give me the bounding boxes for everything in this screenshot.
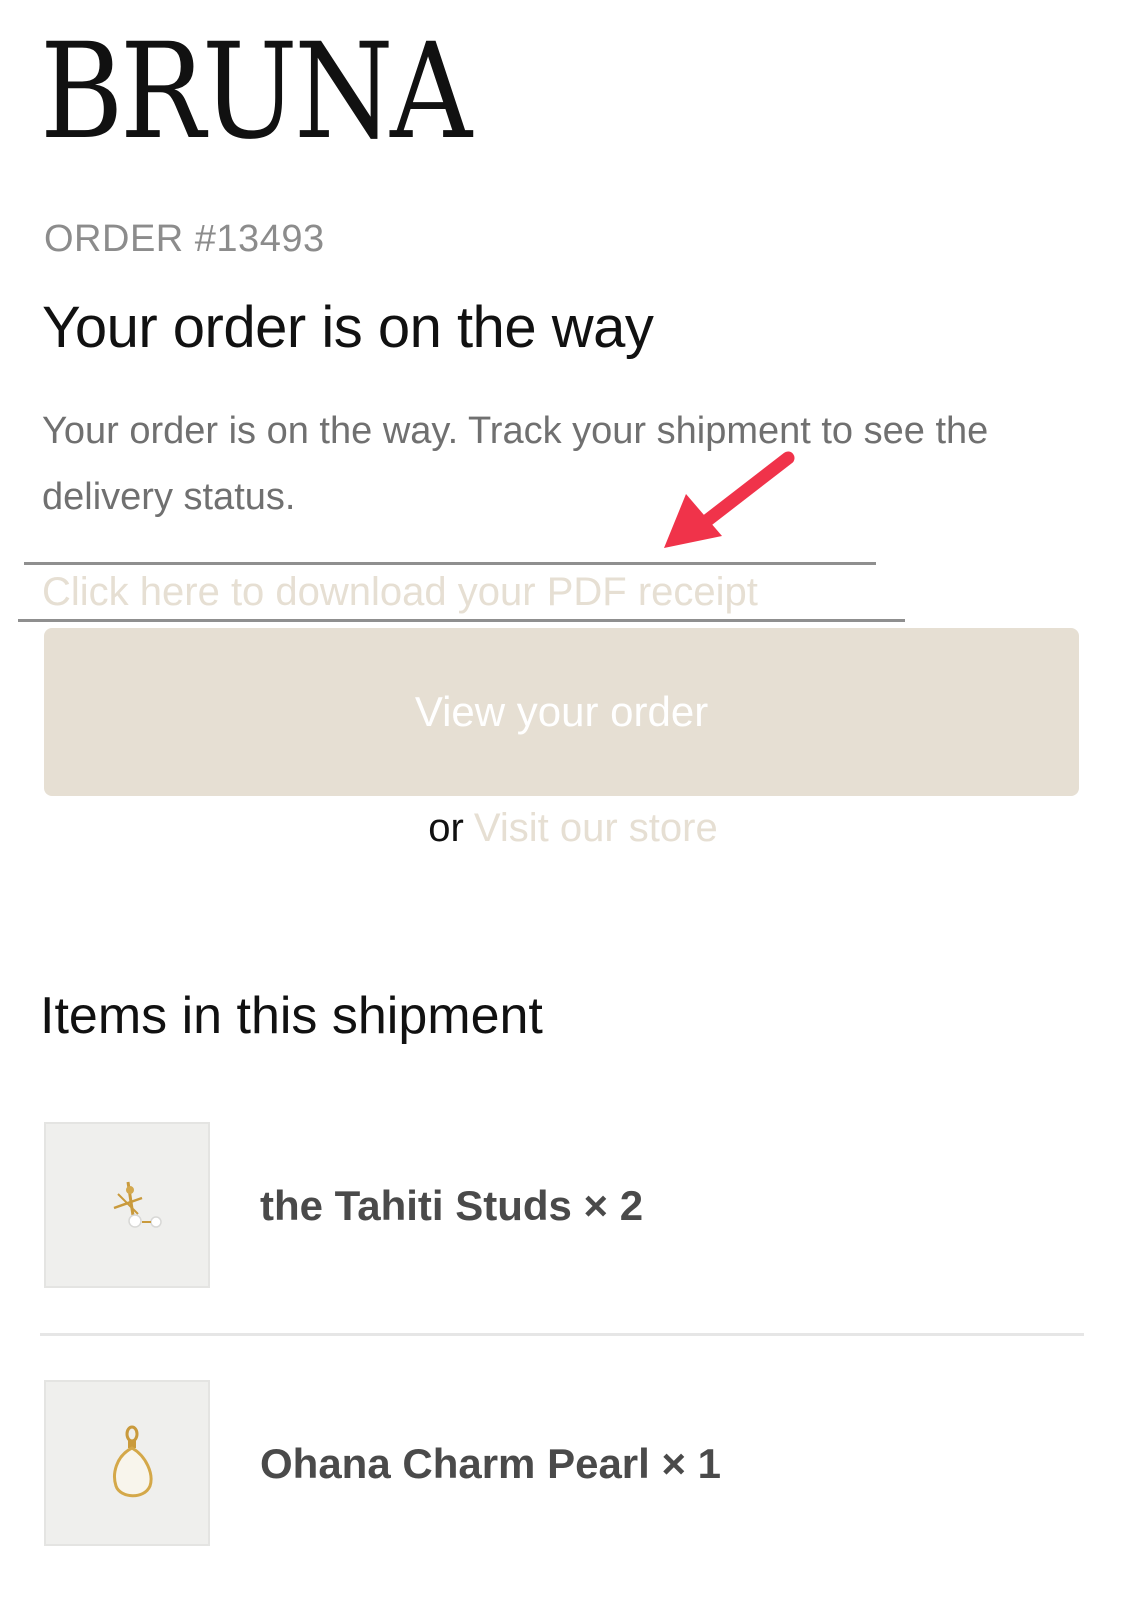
visit-store-link[interactable]: Visit our store <box>474 806 718 850</box>
brand-logo[interactable]: BRUNA <box>40 26 472 158</box>
item-label: Ohana Charm Pearl × 1 <box>260 1440 722 1487</box>
list-item: the Tahiti Studs × 2 <box>44 1122 1084 1290</box>
page-title: Your order is on the way <box>42 295 654 360</box>
stud-earring-icon <box>113 1181 162 1228</box>
annotation-underline-top <box>24 562 876 565</box>
arrow-annotation-icon <box>664 451 795 548</box>
product-thumbnail[interactable] <box>44 1122 210 1288</box>
list-item: Ohana Charm Pearl × 1 <box>44 1380 1084 1548</box>
shipment-items-heading: Items in this shipment <box>40 987 543 1045</box>
annotation-underline-bottom <box>18 619 905 622</box>
or-text: or <box>428 806 464 850</box>
store-link-row: or Visit our store <box>0 806 1146 851</box>
item-divider <box>40 1333 1084 1336</box>
product-thumbnail[interactable] <box>44 1380 210 1546</box>
order-status-message: Your order is on the way. Track your shi… <box>42 410 989 518</box>
pearl-charm-icon <box>113 1425 153 1498</box>
view-order-button[interactable]: View your order <box>44 628 1079 796</box>
download-pdf-receipt-link[interactable]: Click here to download your PDF receipt <box>42 570 758 615</box>
order-number: ORDER #13493 <box>44 218 325 260</box>
item-label: the Tahiti Studs × 2 <box>260 1182 644 1229</box>
